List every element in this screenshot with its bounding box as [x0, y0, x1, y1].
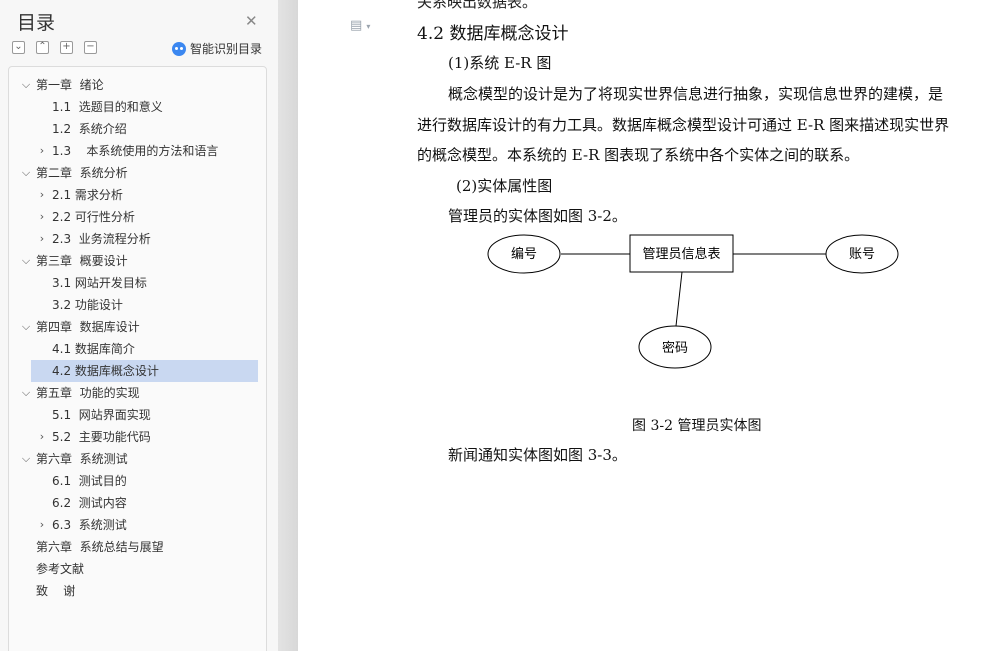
admin-intro: 管理员的实体图如图 3-2。: [448, 207, 627, 225]
toc-item[interactable]: ⌵ 第一章 绪论: [9, 74, 266, 96]
toc-item[interactable]: 6.2 测试内容: [9, 492, 266, 514]
toc-item[interactable]: ⌵ 第五章 功能的实现: [9, 382, 266, 404]
toc-item-label: 1.3 本系统使用的方法和语言: [52, 144, 219, 158]
news-intro: 新闻通知实体图如图 3-3。: [448, 446, 627, 464]
close-icon[interactable]: ✕: [245, 12, 258, 30]
er-attr-bottom-label: 密码: [662, 340, 688, 356]
toc-item[interactable]: › 2.1 需求分析: [9, 184, 266, 206]
smart-recognize-button[interactable]: 智能识别目录: [172, 40, 262, 57]
chevron-right-icon[interactable]: ›: [36, 514, 48, 536]
toc-item-label: 第六章 系统测试: [36, 452, 128, 466]
chevron-right-icon[interactable]: ›: [36, 206, 48, 228]
toc-item[interactable]: ⌵ 第四章 数据库设计: [9, 316, 266, 338]
er-attr-left-label: 编号: [511, 247, 537, 262]
paragraph-line-2: 进行数据库设计的有力工具。数据库概念模型设计可通过 E-R 图来描述现实世界: [417, 116, 950, 134]
toc-item[interactable]: › 2.2 可行性分析: [9, 206, 266, 228]
toc-item[interactable]: › 1.3 本系统使用的方法和语言: [9, 140, 266, 162]
toc-item[interactable]: 5.1 网站界面实现: [9, 404, 266, 426]
toc-item-label: 4.2 数据库概念设计: [52, 364, 159, 378]
chevron-down-icon[interactable]: ⌵: [20, 162, 32, 184]
toc-item-label: 2.1 需求分析: [52, 188, 123, 202]
remove-heading-icon[interactable]: −: [84, 41, 97, 54]
chevron-right-icon[interactable]: ›: [36, 228, 48, 250]
smart-recognize-label: 智能识别目录: [190, 42, 263, 56]
toc-item[interactable]: 3.1 网站开发目标: [9, 272, 266, 294]
toc-item[interactable]: 4.1 数据库简介: [9, 338, 266, 360]
toc-item-label: 1.2 系统介绍: [52, 122, 127, 136]
toc-item-label: 5.1 网站界面实现: [52, 408, 151, 422]
chevron-right-icon[interactable]: ›: [36, 184, 48, 206]
add-heading-icon[interactable]: +: [60, 41, 73, 54]
toc-item[interactable]: ⌵ 第三章 概要设计: [9, 250, 266, 272]
toc-item[interactable]: 4.2 数据库概念设计: [31, 360, 258, 382]
chevron-down-icon[interactable]: ⌵: [20, 74, 32, 96]
sidebar-title: 目录: [17, 12, 56, 34]
paragraph-line-3: 的概念模型。本系统的 E-R 图表现了系统中各个实体之间的联系。: [417, 146, 860, 164]
paragraph-menu-icon[interactable]: ▤ ▾: [350, 18, 370, 33]
toc-item-label: 1.1 选题目的和意义: [52, 100, 163, 114]
er-link-bottom: [675, 271, 683, 327]
subheading-entity: (2)实体属性图: [456, 177, 553, 195]
toc-item[interactable]: 3.2 功能设计: [9, 294, 266, 316]
toc-item-label: 致 谢: [36, 584, 76, 598]
toc-item-label: 第四章 数据库设计: [36, 320, 140, 334]
chevron-down-icon[interactable]: ⌵: [20, 250, 32, 272]
toc-item-label: 6.1 测试目的: [52, 474, 127, 488]
er-attr-right-label: 账号: [849, 247, 875, 262]
chevron-down-icon[interactable]: ⌵: [20, 448, 32, 470]
toc-item[interactable]: › 2.3 业务流程分析: [9, 228, 266, 250]
toc-item[interactable]: 第六章 系统总结与展望: [9, 536, 266, 558]
toc-item-label: 3.1 网站开发目标: [52, 276, 147, 290]
chevron-down-icon[interactable]: ⌵: [20, 382, 32, 404]
expand-all-icon[interactable]: ⌄: [12, 41, 25, 54]
toc-toolbar: ⌄ ⌃ + −: [12, 41, 97, 54]
er-entity-label: 管理员信息表: [642, 246, 720, 262]
chevron-right-icon[interactable]: ›: [36, 426, 48, 448]
ai-assistant-icon: [172, 41, 186, 56]
toc-item-label: 第二章 系统分析: [36, 166, 128, 180]
toc-item[interactable]: 1.1 选题目的和意义: [9, 96, 266, 118]
toc-item[interactable]: 6.1 测试目的: [9, 470, 266, 492]
section-heading: 4.2 数据库概念设计: [417, 24, 569, 44]
toc-list: ⌵ 第一章 绪论 1.1 选题目的和意义 1.2 系统介绍 › 1.3 本系统使用的方法和…: [8, 66, 267, 651]
toc-item[interactable]: 致 谢: [9, 580, 266, 602]
figure-caption: 图 3-2 管理员实体图: [632, 418, 762, 434]
toc-item[interactable]: › 6.3 系统测试: [9, 514, 266, 536]
previous-paragraph-tail: 关系映出数据表。: [417, 0, 538, 11]
toc-item-label: 第五章 功能的实现: [36, 386, 140, 400]
toc-item-label: 2.2 可行性分析: [52, 210, 135, 224]
toc-item-label: 第三章 概要设计: [36, 254, 128, 268]
subheading-er: (1)系统 E-R 图: [448, 54, 552, 72]
toc-item-label: 5.2 主要功能代码: [52, 430, 151, 444]
toc-item[interactable]: ⌵ 第六章 系统测试: [9, 448, 266, 470]
toc-item[interactable]: 1.2 系统介绍: [9, 118, 266, 140]
document-page: 关系映出数据表。 ▤ ▾ 4.2 数据库概念设计 (1)系统 E-R 图 概念模…: [298, 0, 990, 651]
toc-item-label: 2.3 业务流程分析: [52, 232, 151, 246]
toc-item[interactable]: 参考文献: [9, 558, 266, 580]
paragraph-line-1: 概念模型的设计是为了将现实世界信息进行抽象，实现信息世界的建模，是: [448, 85, 944, 103]
toc-item-label: 3.2 功能设计: [52, 298, 123, 312]
chevron-right-icon[interactable]: ›: [36, 140, 48, 162]
toc-item[interactable]: ⌵ 第二章 系统分析: [9, 162, 266, 184]
collapse-all-icon[interactable]: ⌃: [36, 41, 49, 54]
toc-item-label: 第一章 绪论: [36, 78, 104, 92]
toc-sidebar: 目录 ✕ ⌄ ⌃ + − 智能识别目录 ⌵ 第一章 绪论 1.1 选题目的和意义 1.2 系…: [0, 0, 278, 651]
chevron-down-icon[interactable]: ⌵: [20, 316, 32, 338]
toc-item-label: 参考文献: [36, 562, 85, 576]
er-diagram: 管理员信息表 编号 账号 密码: [487, 234, 899, 369]
toc-item[interactable]: › 5.2 主要功能代码: [9, 426, 266, 448]
toc-item-label: 6.3 系统测试: [52, 518, 127, 532]
toc-item-label: 第六章 系统总结与展望: [36, 540, 164, 554]
panel-divider[interactable]: [278, 0, 298, 651]
toc-item-label: 6.2 测试内容: [52, 496, 127, 510]
toc-item-label: 4.1 数据库简介: [52, 342, 135, 356]
